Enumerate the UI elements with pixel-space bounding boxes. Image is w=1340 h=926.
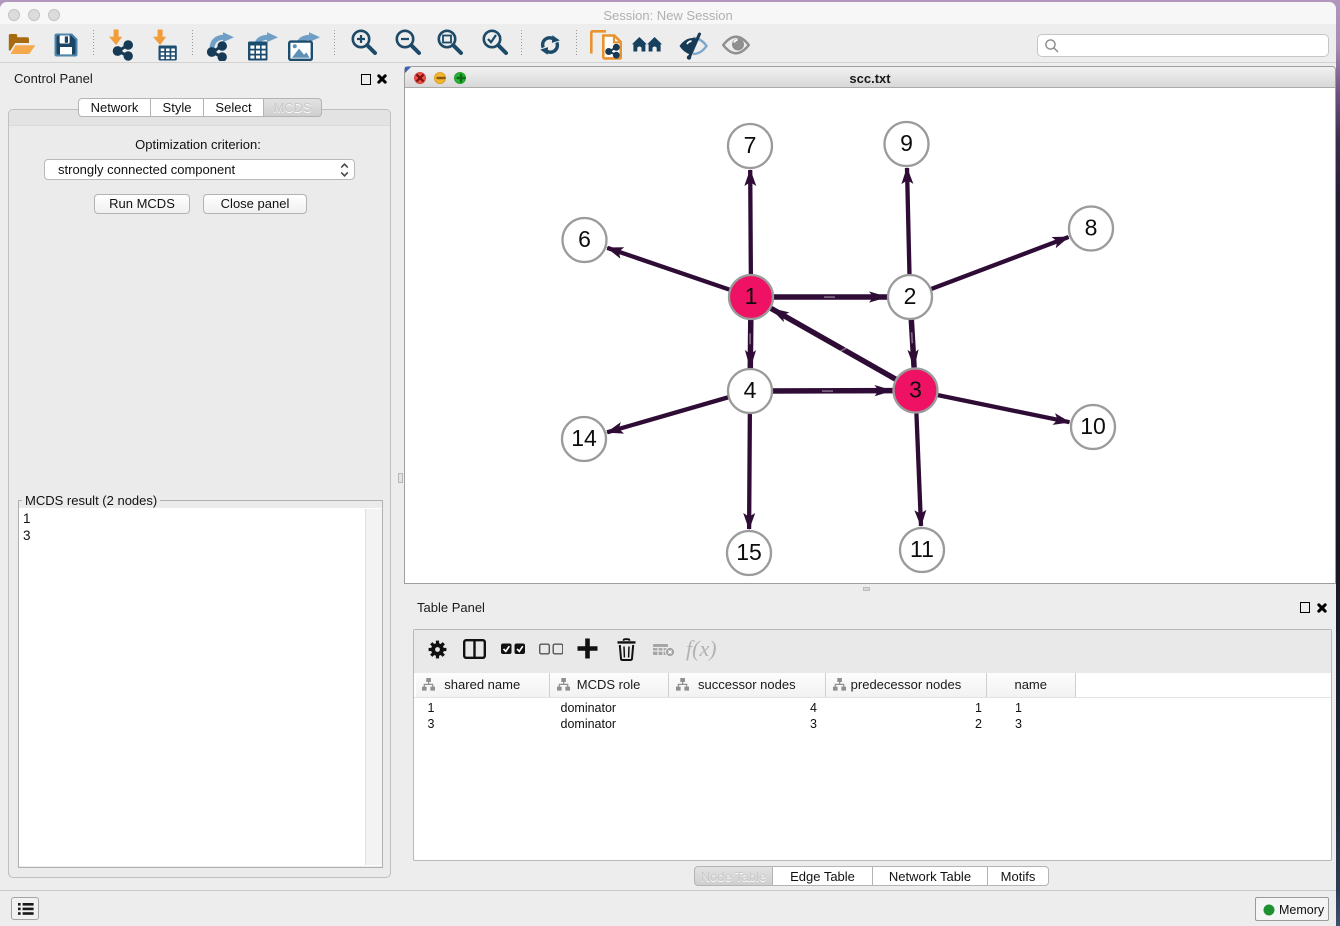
- svg-text:8: 8: [1085, 215, 1098, 241]
- svg-text:15: 15: [736, 539, 762, 565]
- svg-text:6: 6: [578, 226, 591, 252]
- svg-text:11: 11: [910, 536, 934, 562]
- svg-text:10: 10: [1080, 413, 1106, 439]
- svg-text:2: 2: [904, 283, 917, 309]
- svg-text:14: 14: [571, 425, 597, 451]
- svg-text:4: 4: [744, 377, 757, 403]
- svg-text:1: 1: [745, 283, 758, 309]
- svg-text:9: 9: [900, 130, 913, 156]
- svg-text:7: 7: [744, 132, 757, 158]
- svg-text:3: 3: [909, 377, 922, 403]
